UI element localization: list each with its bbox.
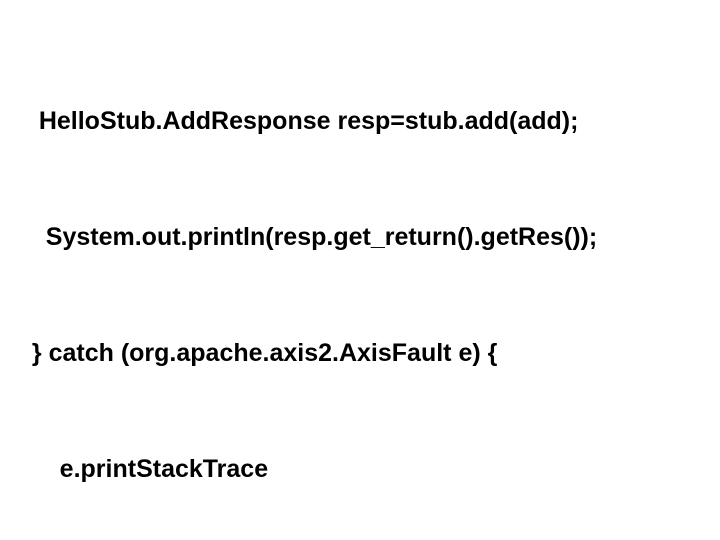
code-line: HelloStub.AddResponse resp=stub.add(add)… (18, 102, 720, 141)
slide-body: HelloStub.AddResponse resp=stub.add(add)… (0, 0, 720, 540)
code-line: e.printStackTrace (18, 450, 720, 489)
code-line: System.out.println(resp.get_return().get… (18, 218, 720, 257)
code-line: } catch (org.apache.axis2.AxisFault e) { (18, 334, 720, 373)
code-block: HelloStub.AddResponse resp=stub.add(add)… (18, 24, 720, 540)
